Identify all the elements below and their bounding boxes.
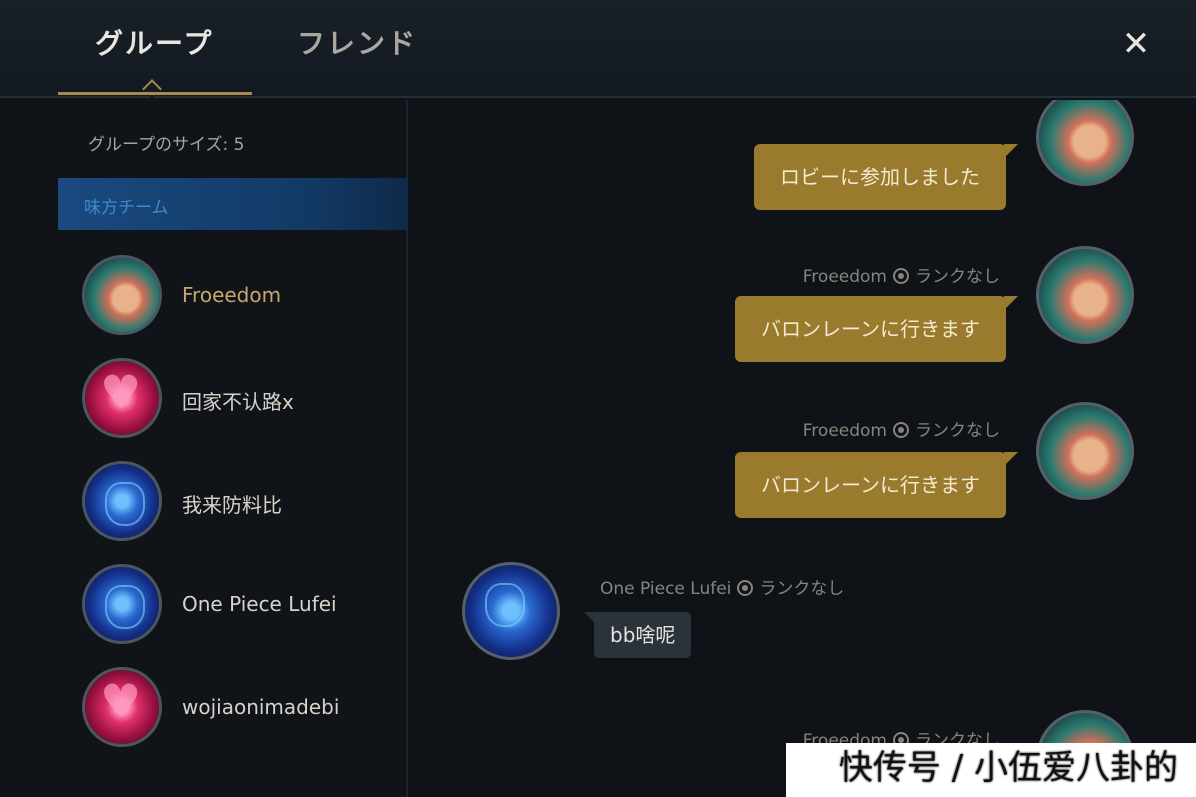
member-name: 回家不认路x [182,390,294,414]
poro-avatar [1036,246,1134,344]
sender-name: Froeedom [802,421,887,441]
message-bubble: ロビーに参加しました [754,144,1018,210]
message-bubble: バロンレーンに行きます [735,296,1018,362]
team-header[interactable]: 味方チーム [58,178,408,230]
message-meta: One Piece Lufei ランクなし [600,574,844,599]
active-tab-underline [58,92,252,95]
message-meta: Froeedom ランクなし [803,416,1000,441]
member-name: 我来防料比 [182,493,282,517]
message-bubble: bb啥呢 [583,612,692,658]
active-tab-caret [142,79,162,99]
rank-label: ランクなし [915,421,1000,441]
close-icon[interactable]: ✕ [1116,24,1156,64]
rank-icon [893,422,909,438]
poro-avatar [82,255,162,335]
rank-label: ランクなし [759,579,845,599]
poro-avatar [1036,402,1134,500]
team-label: 味方チーム [84,198,169,218]
member-row[interactable]: wojiaonimadebi [82,667,408,749]
blue-avatar [82,461,162,541]
heart-avatar [82,667,162,747]
member-row[interactable]: 我来防料比 [82,461,408,543]
poro-avatar [1036,100,1134,186]
message-meta: Froeedom ランクなし [803,262,1000,287]
member-row[interactable]: Froeedom [82,255,408,337]
group-panel: グループのサイズ: 5 味方チーム Froeedom 回家不认路x 我来防料比 … [0,100,408,797]
rank-icon [893,268,909,284]
member-row[interactable]: 回家不认路x [82,358,408,440]
sender-name: One Piece Lufei [600,579,732,599]
watermark: 快传号 / 小伍爱八卦的 [838,748,1178,788]
member-name: Froeedom [182,283,282,307]
sender-name: Froeedom [802,267,887,287]
tab-group[interactable]: グループ [95,22,213,62]
rank-icon [737,580,754,596]
blue-avatar [462,562,560,660]
header: グループ フレンド ✕ [0,0,1196,99]
chat-panel[interactable]: ロビーに参加しました Froeedom ランクなし バロンレーンに行きます Fro… [410,100,1196,797]
member-row[interactable]: One Piece Lufei [82,564,408,646]
blue-avatar [82,564,162,644]
message-bubble: バロンレーンに行きます [735,452,1018,518]
tab-friends[interactable]: フレンド [297,22,417,62]
rank-label: ランクなし [915,267,1000,287]
heart-avatar [82,358,162,438]
group-size-label: グループのサイズ: 5 [88,135,245,155]
chat-window: グループ フレンド ✕ グループのサイズ: 5 味方チーム Froeedom 回… [0,0,1196,797]
member-name: wojiaonimadebi [182,695,340,719]
member-name: One Piece Lufei [182,592,337,616]
